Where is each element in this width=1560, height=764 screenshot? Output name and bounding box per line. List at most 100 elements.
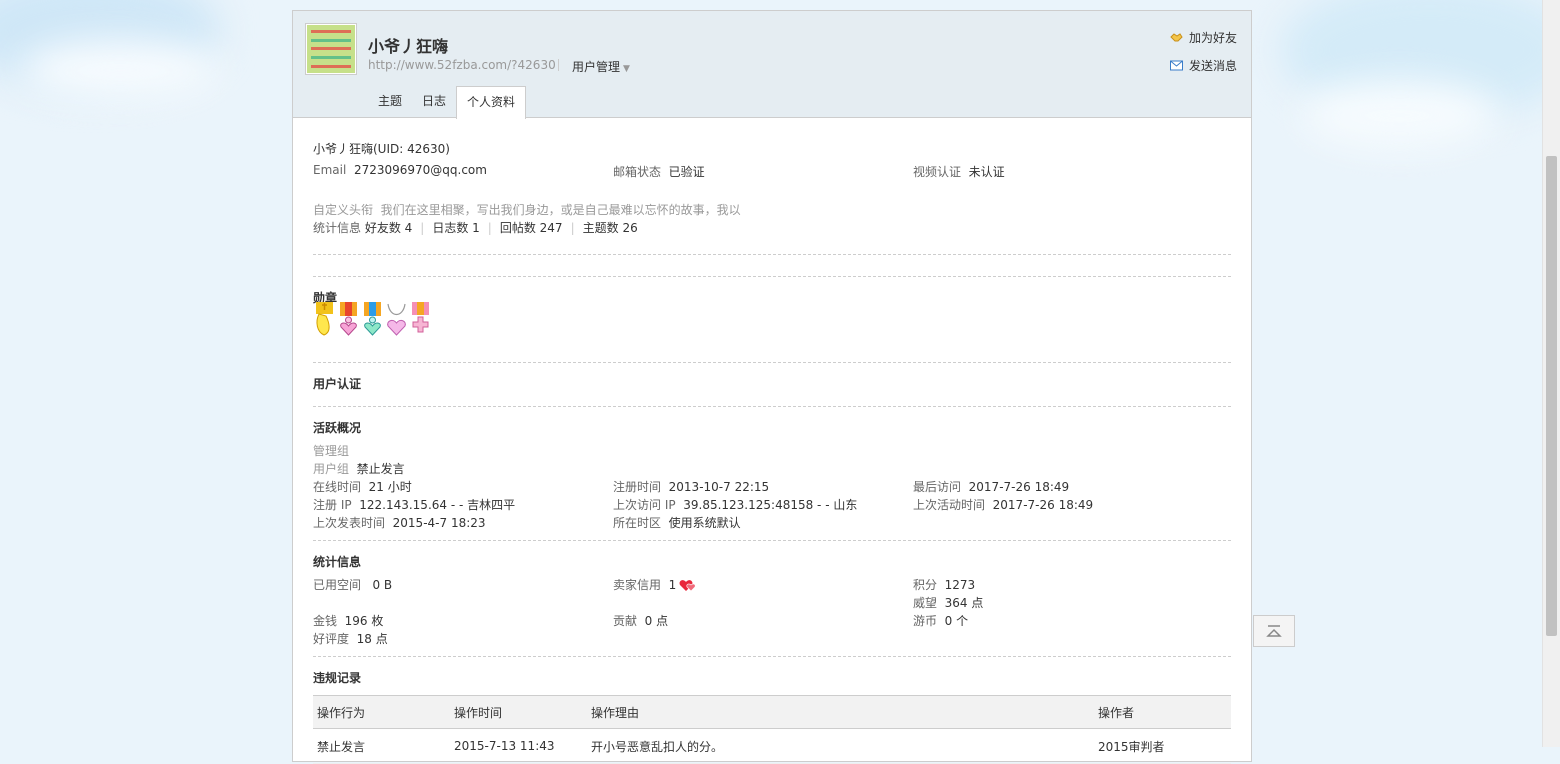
tab-profile[interactable]: 个人资料 xyxy=(456,86,527,119)
last-post-row: 上次发表时间 2015-4-7 18:23 xyxy=(313,514,486,531)
last-visit-label: 最后访问 xyxy=(913,480,962,494)
tab-threads[interactable]: 主题 xyxy=(368,86,412,117)
friends-count-link[interactable]: 好友数 4 xyxy=(365,221,412,235)
last-ip-label: 上次访问 IP xyxy=(613,498,676,512)
online-time-label: 在线时间 xyxy=(313,480,362,494)
add-friend-button[interactable]: 加为好友 xyxy=(1170,29,1237,46)
home-url-link[interactable]: http://www.52fzba.com/?42630 xyxy=(368,58,556,72)
email-label: Email xyxy=(313,163,347,177)
timezone-label: 所在时区 xyxy=(613,516,662,530)
user-manage-dropdown[interactable]: 用户管理 ▼ xyxy=(572,58,630,75)
pink-cross-medal-icon[interactable] xyxy=(409,302,432,337)
user-group-label: 用户组 xyxy=(313,462,350,476)
online-time-row: 在线时间 21 小时 xyxy=(313,478,412,495)
back-to-top-button[interactable] xyxy=(1253,615,1295,647)
table-header-row: 操作行为 操作时间 操作理由 操作者 xyxy=(313,695,1231,729)
rating-label: 好评度 xyxy=(313,632,350,646)
seller-credit-value: 1 xyxy=(668,577,677,592)
username: 小爷丿狂嗨 xyxy=(368,37,449,56)
video-verify-row: 视频认证 未认证 xyxy=(913,163,1005,180)
user-group-link[interactable]: 禁止发言 xyxy=(357,462,405,476)
scrollbar-thumb[interactable] xyxy=(1546,156,1557,636)
user-manage-label: 用户管理 xyxy=(572,60,621,74)
coins-row: 游币 0 个 xyxy=(913,612,968,629)
prestige-label: 威望 xyxy=(913,596,938,610)
contribution-row: 贡献 0 点 xyxy=(613,612,668,629)
activity-title: 活跃概况 xyxy=(313,421,362,435)
send-message-button[interactable]: 发送消息 xyxy=(1169,57,1237,74)
last-post-value: 2015-4-7 18:23 xyxy=(392,516,486,530)
reg-ip-label: 注册 IP xyxy=(313,498,352,512)
credits-label: 积分 xyxy=(913,578,938,592)
divider xyxy=(558,59,559,71)
background-cloud xyxy=(20,40,220,100)
add-friend-label: 加为好友 xyxy=(1188,31,1237,45)
reg-time-row: 注册时间 2013-10-7 22:15 xyxy=(613,478,769,495)
name-uid: 小爷丿狂嗨(UID: 42630) xyxy=(313,142,450,156)
pink-heart-medal-icon[interactable] xyxy=(337,302,360,337)
send-message-label: 发送消息 xyxy=(1188,59,1237,73)
heart-necklace-medal-icon[interactable] xyxy=(385,302,408,337)
handshake-icon xyxy=(1170,33,1183,42)
replies-count-link[interactable]: 回帖数 247 xyxy=(500,221,563,235)
violations-title: 违规记录 xyxy=(313,671,362,685)
last-ip-row: 上次访问 IP 39.85.123.125:48158 - - 山东 xyxy=(613,496,857,513)
money-row: 金钱 196 枚 xyxy=(313,612,383,629)
last-active-value: 2017-7-26 18:49 xyxy=(992,498,1094,512)
email-value: 2723096970@qq.com xyxy=(353,163,487,177)
credits-row: 积分 1273 xyxy=(913,576,975,593)
column-header: 操作理由 xyxy=(587,695,1094,729)
custom-title-label: 自定义头衔 xyxy=(313,203,374,217)
rating-row: 好评度 18 点 xyxy=(313,630,388,647)
table-row: 禁止发言 2015-7-13 11:43 开小号恶意乱扣人的分。 2015审判者 xyxy=(313,728,1231,764)
profile-tabs: 主题 日志 个人资料 xyxy=(368,86,527,119)
envelope-icon xyxy=(1169,60,1183,71)
column-header: 操作行为 xyxy=(313,695,450,729)
stats-summary-row: 统计信息 好友数 4 | 日志数 1 | 回帖数 247 | 主题数 26 xyxy=(313,219,638,236)
profile-panel: 小爷丿狂嗨 http://www.52fzba.com/?42630 用户管理 ▼… xyxy=(292,10,1252,764)
divider xyxy=(313,540,1231,541)
divider xyxy=(313,254,1231,255)
threads-count-link[interactable]: 主题数 26 xyxy=(583,221,638,235)
coins-label: 游币 xyxy=(913,614,938,628)
arrow-up-icon xyxy=(1266,625,1282,637)
page-scrollbar[interactable] xyxy=(1542,0,1560,747)
table-cell: 禁止发言 xyxy=(313,728,450,764)
divider: | xyxy=(570,221,575,235)
space-value: 0 B xyxy=(372,578,393,592)
last-active-row: 上次活动时间 2017-7-26 18:49 xyxy=(913,496,1093,513)
custom-title-value: 我们在这里相聚，写出我们身边，或是自己最难以忘怀的故事，我以 xyxy=(380,203,741,217)
avatar-image xyxy=(307,25,355,73)
timezone-value: 使用系统默认 xyxy=(668,516,741,530)
online-time-value: 21 小时 xyxy=(368,480,412,494)
last-visit-value: 2017-7-26 18:49 xyxy=(968,480,1070,494)
last-visit-row: 最后访问 2017-7-26 18:49 xyxy=(913,478,1069,495)
seller-credit-label: 卖家信用 xyxy=(613,578,662,592)
chevron-down-icon: ▼ xyxy=(623,64,630,74)
contribution-label: 贡献 xyxy=(613,614,638,628)
mail-status-label: 邮箱状态 xyxy=(613,165,662,179)
table-cell: 2015审判者 xyxy=(1094,728,1231,764)
mail-status-row: 邮箱状态 已验证 xyxy=(613,163,705,180)
violations-table: 操作行为 操作时间 操作理由 操作者 禁止发言 2015-7-13 11:43 … xyxy=(313,695,1231,764)
heart-rank-icon xyxy=(679,579,696,591)
blog-count-link[interactable]: 日志数 1 xyxy=(432,221,479,235)
divider xyxy=(313,656,1231,657)
table-cell: 2015-7-13 11:43 xyxy=(450,728,587,764)
contribution-value: 0 点 xyxy=(644,614,669,628)
last-post-label: 上次发表时间 xyxy=(313,516,386,530)
column-header: 操作时间 xyxy=(450,695,587,729)
statistics-title: 统计信息 xyxy=(313,555,362,569)
reg-time-label: 注册时间 xyxy=(613,480,662,494)
table-cell: 开小号恶意乱扣人的分。 xyxy=(587,728,1094,764)
profile-header: 小爷丿狂嗨 http://www.52fzba.com/?42630 用户管理 ▼… xyxy=(293,11,1251,119)
gold-ribbon-medal-icon[interactable] xyxy=(313,302,336,337)
tab-blog[interactable]: 日志 xyxy=(412,86,456,117)
divider xyxy=(313,276,1231,277)
avatar[interactable] xyxy=(305,23,357,75)
credits-value: 1273 xyxy=(944,578,976,592)
medal-list xyxy=(313,302,432,337)
cyan-heart-medal-icon[interactable] xyxy=(361,302,384,337)
email-row: Email 2723096970@qq.com xyxy=(313,163,487,177)
prestige-row: 威望 364 点 xyxy=(913,594,983,611)
